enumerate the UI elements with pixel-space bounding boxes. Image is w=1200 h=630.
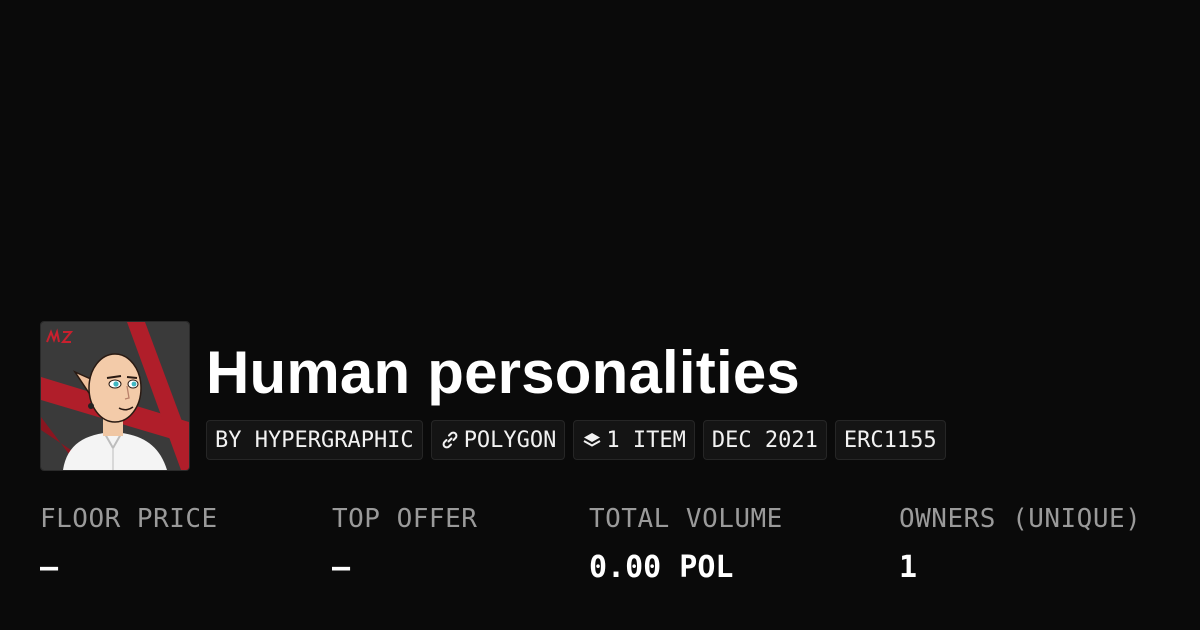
layers-icon	[582, 430, 602, 450]
total-volume-label: TOTAL VOLUME	[589, 504, 783, 534]
top-offer-label: TOP OFFER	[332, 504, 478, 534]
date-chip: DEC 2021	[702, 420, 827, 460]
collection-stats: FLOOR PRICE – TOP OFFER – TOTAL VOLUME 0…	[40, 504, 1180, 604]
collection-info: Human personalities BY HYPERGRAPHIC POLY…	[206, 321, 946, 460]
creator-chip[interactable]: BY HYPERGRAPHIC	[206, 420, 423, 460]
collection-title: Human personalities	[206, 339, 800, 406]
standard-label: ERC1155	[843, 427, 937, 453]
collection-header: Human personalities BY HYPERGRAPHIC POLY…	[40, 321, 946, 471]
top-offer-value: –	[332, 550, 351, 585]
items-label: 1 ITEM	[606, 427, 686, 453]
owners-value: 1	[899, 550, 918, 585]
collection-avatar[interactable]	[40, 321, 190, 471]
chain-chip[interactable]: POLYGON	[430, 420, 566, 460]
chain-label: POLYGON	[463, 427, 557, 453]
link-icon	[440, 430, 460, 450]
collection-chips: BY HYPERGRAPHIC POLYGON 1 ITEM DEC 2021 …	[206, 420, 946, 460]
avatar-illustration	[41, 322, 189, 470]
owners-label: OWNERS (UNIQUE)	[899, 504, 1142, 534]
stat-owners: OWNERS (UNIQUE) 1	[899, 504, 1141, 585]
creator-label: BY HYPERGRAPHIC	[215, 427, 414, 453]
items-chip[interactable]: 1 ITEM	[573, 420, 695, 460]
standard-chip: ERC1155	[834, 420, 946, 460]
stat-floor-price: FLOOR PRICE –	[40, 504, 218, 585]
total-volume-value: 0.00 POL	[589, 550, 734, 585]
stat-total-volume: TOTAL VOLUME 0.00 POL	[589, 504, 783, 585]
floor-price-label: FLOOR PRICE	[40, 504, 218, 534]
date-label: DEC 2021	[711, 427, 818, 453]
floor-price-value: –	[40, 550, 59, 585]
stat-top-offer: TOP OFFER –	[332, 504, 477, 585]
